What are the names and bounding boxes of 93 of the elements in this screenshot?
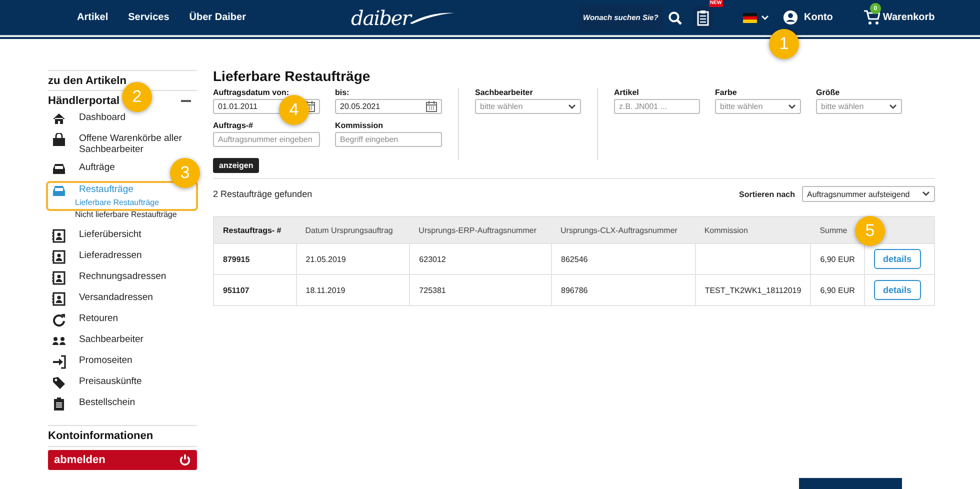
- caret-icon: [788, 104, 796, 110]
- logout-button[interactable]: abmelden: [48, 450, 197, 470]
- field-label: Größe: [816, 88, 841, 97]
- table-cell: 896786: [561, 286, 588, 294]
- basket-icon: [52, 133, 66, 147]
- result-count: 2 Restaufträge gefunden: [213, 189, 312, 199]
- column-header: Ursprungs-ERP-Auftragsnummer: [418, 226, 536, 234]
- sidebar-link[interactable]: Lieferübersicht: [79, 229, 142, 240]
- people-icon: [52, 334, 66, 348]
- sidebar-link[interactable]: Restaufträge: [79, 184, 134, 196]
- sidebar-link[interactable]: Offene Warenkörbe aller Sachbearbeiter: [79, 133, 197, 155]
- input-field[interactable]: Auftragsnummer eingeben: [213, 132, 320, 147]
- sidebar-link[interactable]: Aufträge: [79, 162, 115, 174]
- field-label: Kommission: [335, 121, 384, 130]
- field-label: bis:: [335, 88, 350, 97]
- field-label: Artikel: [614, 88, 640, 97]
- table-cell: 21.05.2019: [306, 254, 346, 264]
- column-header: Ursprungs-CLX-Auftragsnummer: [560, 226, 678, 234]
- table-cell: 951107: [223, 286, 250, 294]
- dropdown[interactable]: bitte wählen: [715, 99, 801, 114]
- table-cell: 862546: [561, 254, 588, 264]
- input-field[interactable]: Begriff eingeben: [335, 132, 442, 147]
- column-header: Kommission: [704, 226, 748, 234]
- refresh-icon: [52, 313, 66, 327]
- input-field[interactable]: z.B. JN001 ...: [614, 99, 700, 114]
- section-heading: Kontoinformationen: [48, 430, 154, 442]
- date-field[interactable]: 20.05.2021: [335, 99, 442, 114]
- caret-icon: [889, 104, 897, 110]
- sidebar-link[interactable]: Bestellschein: [79, 397, 135, 408]
- table-cell: TEST_TK2WK1_18112019: [704, 286, 802, 294]
- details-button[interactable]: details: [874, 249, 921, 269]
- clipboard-icon: [52, 397, 66, 411]
- step-badge: 4: [279, 95, 309, 125]
- caret-icon: [568, 104, 576, 110]
- section-heading: Händlerportal: [48, 95, 120, 107]
- submenu-link[interactable]: Lieferbare Restaufträge: [75, 198, 196, 208]
- sign-in-icon: [52, 355, 66, 369]
- order-list-button[interactable]: [693, 6, 713, 30]
- column-header: Datum Ursprungsauftrag: [305, 226, 393, 234]
- logo[interactable]: daiber: [351, 6, 511, 30]
- field-label: Auftrags-#: [213, 121, 254, 130]
- sort-dropdown[interactable]: Auftragsnummer aufsteigend: [802, 186, 935, 202]
- sidebar-link[interactable]: Sachbearbeiter: [79, 334, 144, 346]
- sidebar-link[interactable]: Retouren: [79, 313, 118, 324]
- caret-icon: [922, 191, 930, 197]
- home-icon: [52, 112, 66, 126]
- dropdown[interactable]: bitte wählen: [475, 99, 581, 114]
- cart-link[interactable]: Warenkorb: [882, 12, 935, 23]
- page-title: Lieferbare Restaufträge: [213, 68, 372, 84]
- table-cell: 725381: [419, 286, 446, 294]
- table-cell: 6,90 EUR: [820, 254, 855, 264]
- sidebar-link[interactable]: Versandadressen: [79, 292, 153, 304]
- nav-link[interactable]: Über Daiber: [189, 12, 246, 23]
- user-icon: [783, 10, 798, 25]
- sidebar-link[interactable]: Promoseiten: [79, 355, 132, 366]
- nav-link[interactable]: Services: [128, 12, 170, 23]
- sidebar-link[interactable]: Lieferadressen: [79, 250, 142, 262]
- contact-card-icon: [52, 229, 66, 243]
- submenu-link[interactable]: Nicht lieferbare Restaufträge: [75, 209, 197, 220]
- step-badge: 3: [170, 158, 200, 188]
- search-icon[interactable]: [668, 10, 682, 24]
- tray-icon: [52, 184, 66, 198]
- cart-icon: [864, 10, 880, 25]
- flag-icon: [743, 12, 757, 22]
- table-cell: 623012: [419, 254, 446, 264]
- power-icon[interactable]: [179, 454, 191, 466]
- nav-link[interactable]: Artikel: [77, 12, 108, 23]
- dropdown[interactable]: bitte wählen: [816, 99, 902, 114]
- clipboard-icon: [697, 10, 709, 26]
- field-label: Sachbearbeiter: [475, 88, 534, 97]
- table-cell: 879915: [223, 254, 250, 264]
- contact-card-icon: [52, 271, 66, 285]
- sidebar-link[interactable]: Preisauskünfte: [79, 376, 142, 388]
- table-cell: 18.11.2019: [306, 286, 346, 294]
- calendar-icon: [426, 101, 437, 112]
- contact-card-icon: [52, 292, 66, 306]
- account-link[interactable]: Konto: [804, 12, 833, 23]
- show-button[interactable]: anzeigen: [213, 158, 260, 173]
- tray-icon: [52, 162, 66, 176]
- sort-label: Sortieren nach: [738, 190, 795, 198]
- sidebar-link[interactable]: Dashboard: [79, 112, 126, 124]
- column-header: Summe: [820, 226, 848, 234]
- column-header: Restauftrags- #: [223, 226, 282, 234]
- step-badge: 1: [769, 29, 799, 59]
- sidebar-link[interactable]: Rechnungsadressen: [79, 271, 166, 282]
- field-label: Farbe: [715, 88, 738, 97]
- contact-card-icon: [52, 250, 66, 264]
- language-selector[interactable]: [743, 12, 769, 22]
- field-label: Auftragsdatum von:: [213, 88, 290, 97]
- details-button[interactable]: details: [874, 280, 921, 300]
- caret-icon: [761, 14, 769, 20]
- tag-icon: [52, 376, 66, 390]
- table-cell: 6,90 EUR: [820, 286, 855, 294]
